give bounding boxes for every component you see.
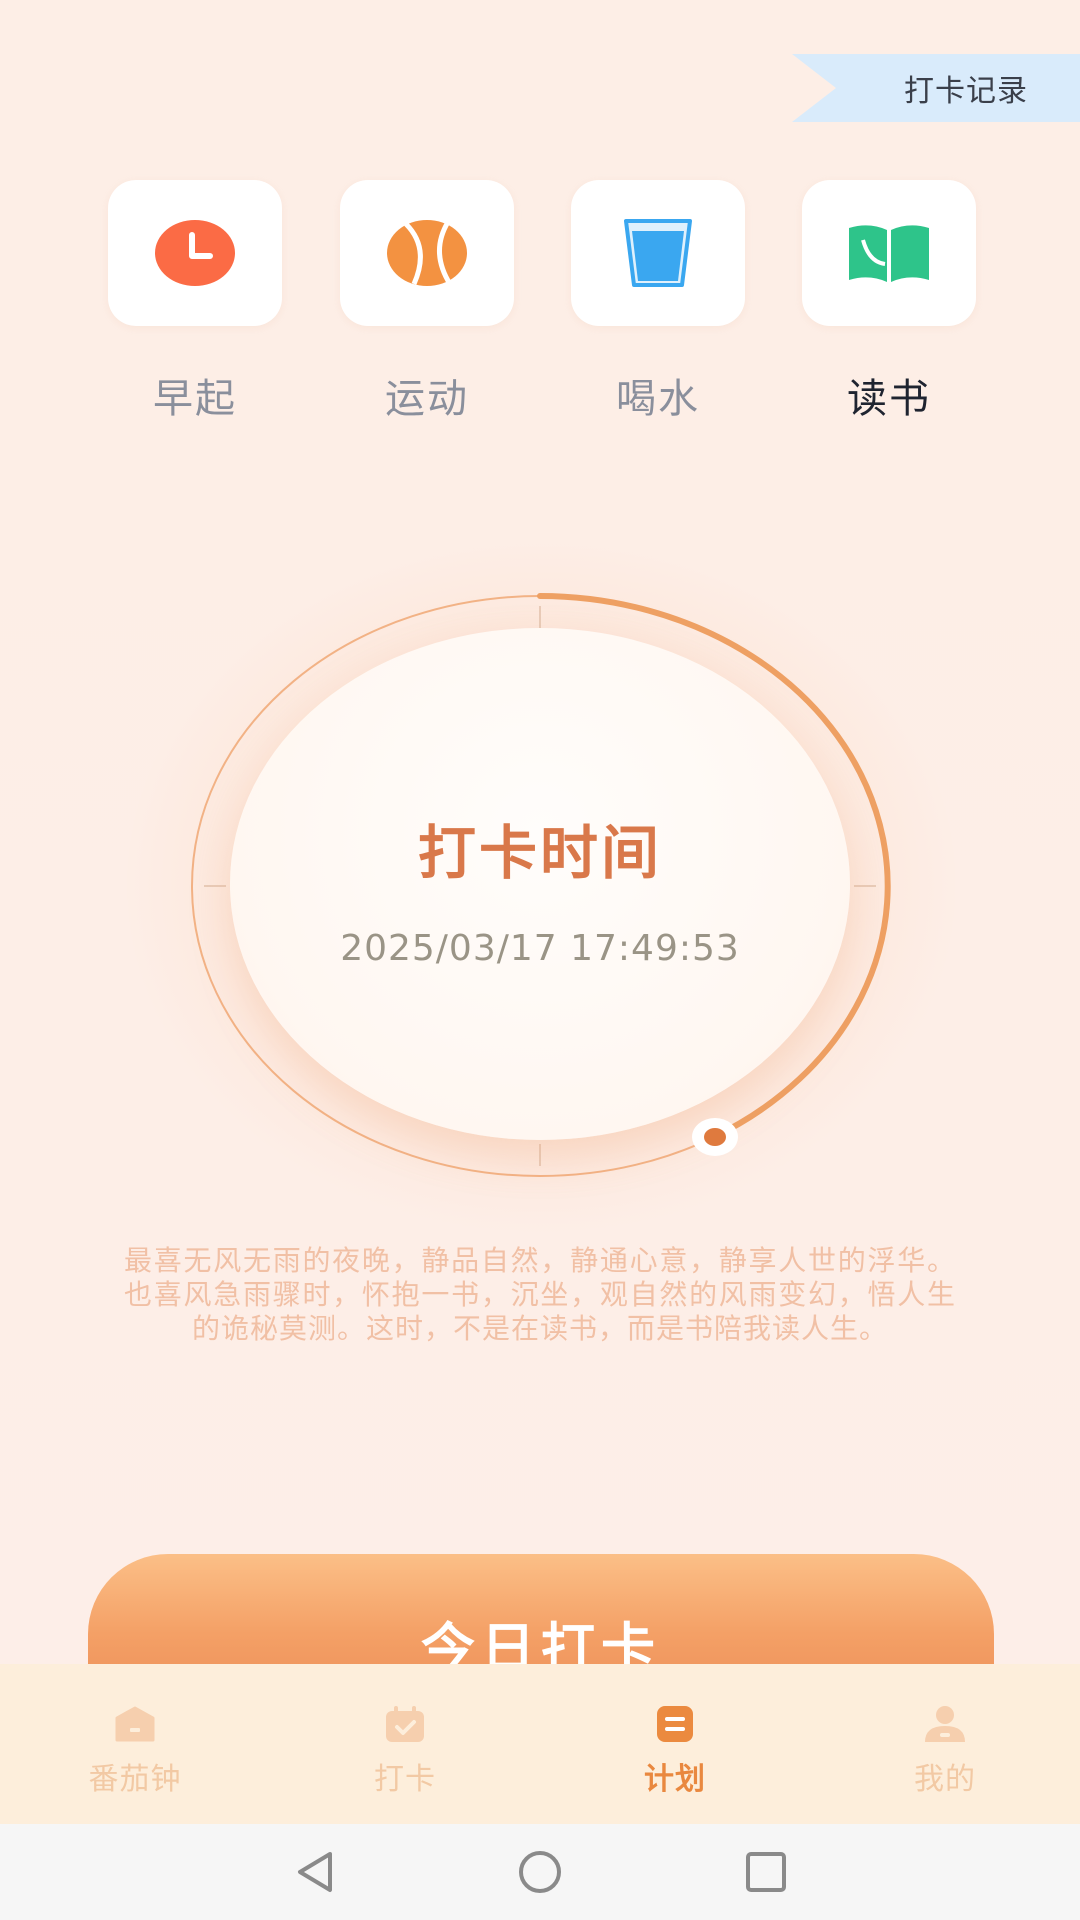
category-label: 早起 [153,376,237,422]
clock-title: 打卡时间 [417,819,662,887]
alarm-clock-icon [155,220,235,286]
home-circle-icon[interactable] [516,1848,564,1896]
category-label: 喝水 [616,376,700,422]
category-exercise[interactable]: 运动 [340,180,514,424]
recents-square-icon[interactable] [742,1848,790,1896]
user-icon [925,1706,965,1742]
category-tile [340,180,514,326]
ball-icon [387,220,467,286]
nav-item-check-in[interactable]: 打卡 [305,1704,505,1798]
category-row: 早起 运动 喝水 读书 [0,180,1080,422]
open-book-icon [849,225,929,282]
nav-label: 番茄钟 [88,1762,182,1797]
category-tile [571,180,745,326]
check-in-record-button[interactable]: 打卡记录 [792,54,1080,122]
clock-handle-icon[interactable] [690,1116,740,1158]
nav-label: 打卡 [374,1762,436,1797]
category-early-rise[interactable]: 早起 [108,180,282,424]
category-label: 读书 [847,376,931,422]
nav-label: 计划 [644,1762,706,1797]
category-drink-water[interactable]: 喝水 [571,180,745,424]
calendar-check-icon [386,1706,424,1742]
nav-label: 我的 [914,1762,976,1797]
check-in-record-label: 打卡记录 [904,74,1028,109]
home-icon [115,1706,155,1742]
category-tile [802,180,976,326]
clock-time: 2025/03/17 17:49:53 [340,928,740,969]
category-tile [108,180,282,326]
reading-quote: 最喜无风无雨的夜晚，静品自然，静通心意，静享人世的浮华。也喜风急雨骤时，怀抱一书… [124,1244,956,1345]
list-icon [657,1706,693,1742]
back-triangle-icon[interactable] [292,1848,340,1896]
water-glass-icon [624,219,692,287]
category-reading[interactable]: 读书 [802,180,976,424]
nav-item-pomodoro[interactable]: 番茄钟 [35,1704,235,1798]
category-label: 运动 [385,376,469,422]
bottom-nav: 番茄钟 打卡 计划 我的 [0,1664,1080,1824]
nav-item-plan[interactable]: 计划 [575,1704,775,1798]
nav-item-mine[interactable]: 我的 [845,1704,1045,1798]
system-nav-bar [0,1824,1080,1920]
